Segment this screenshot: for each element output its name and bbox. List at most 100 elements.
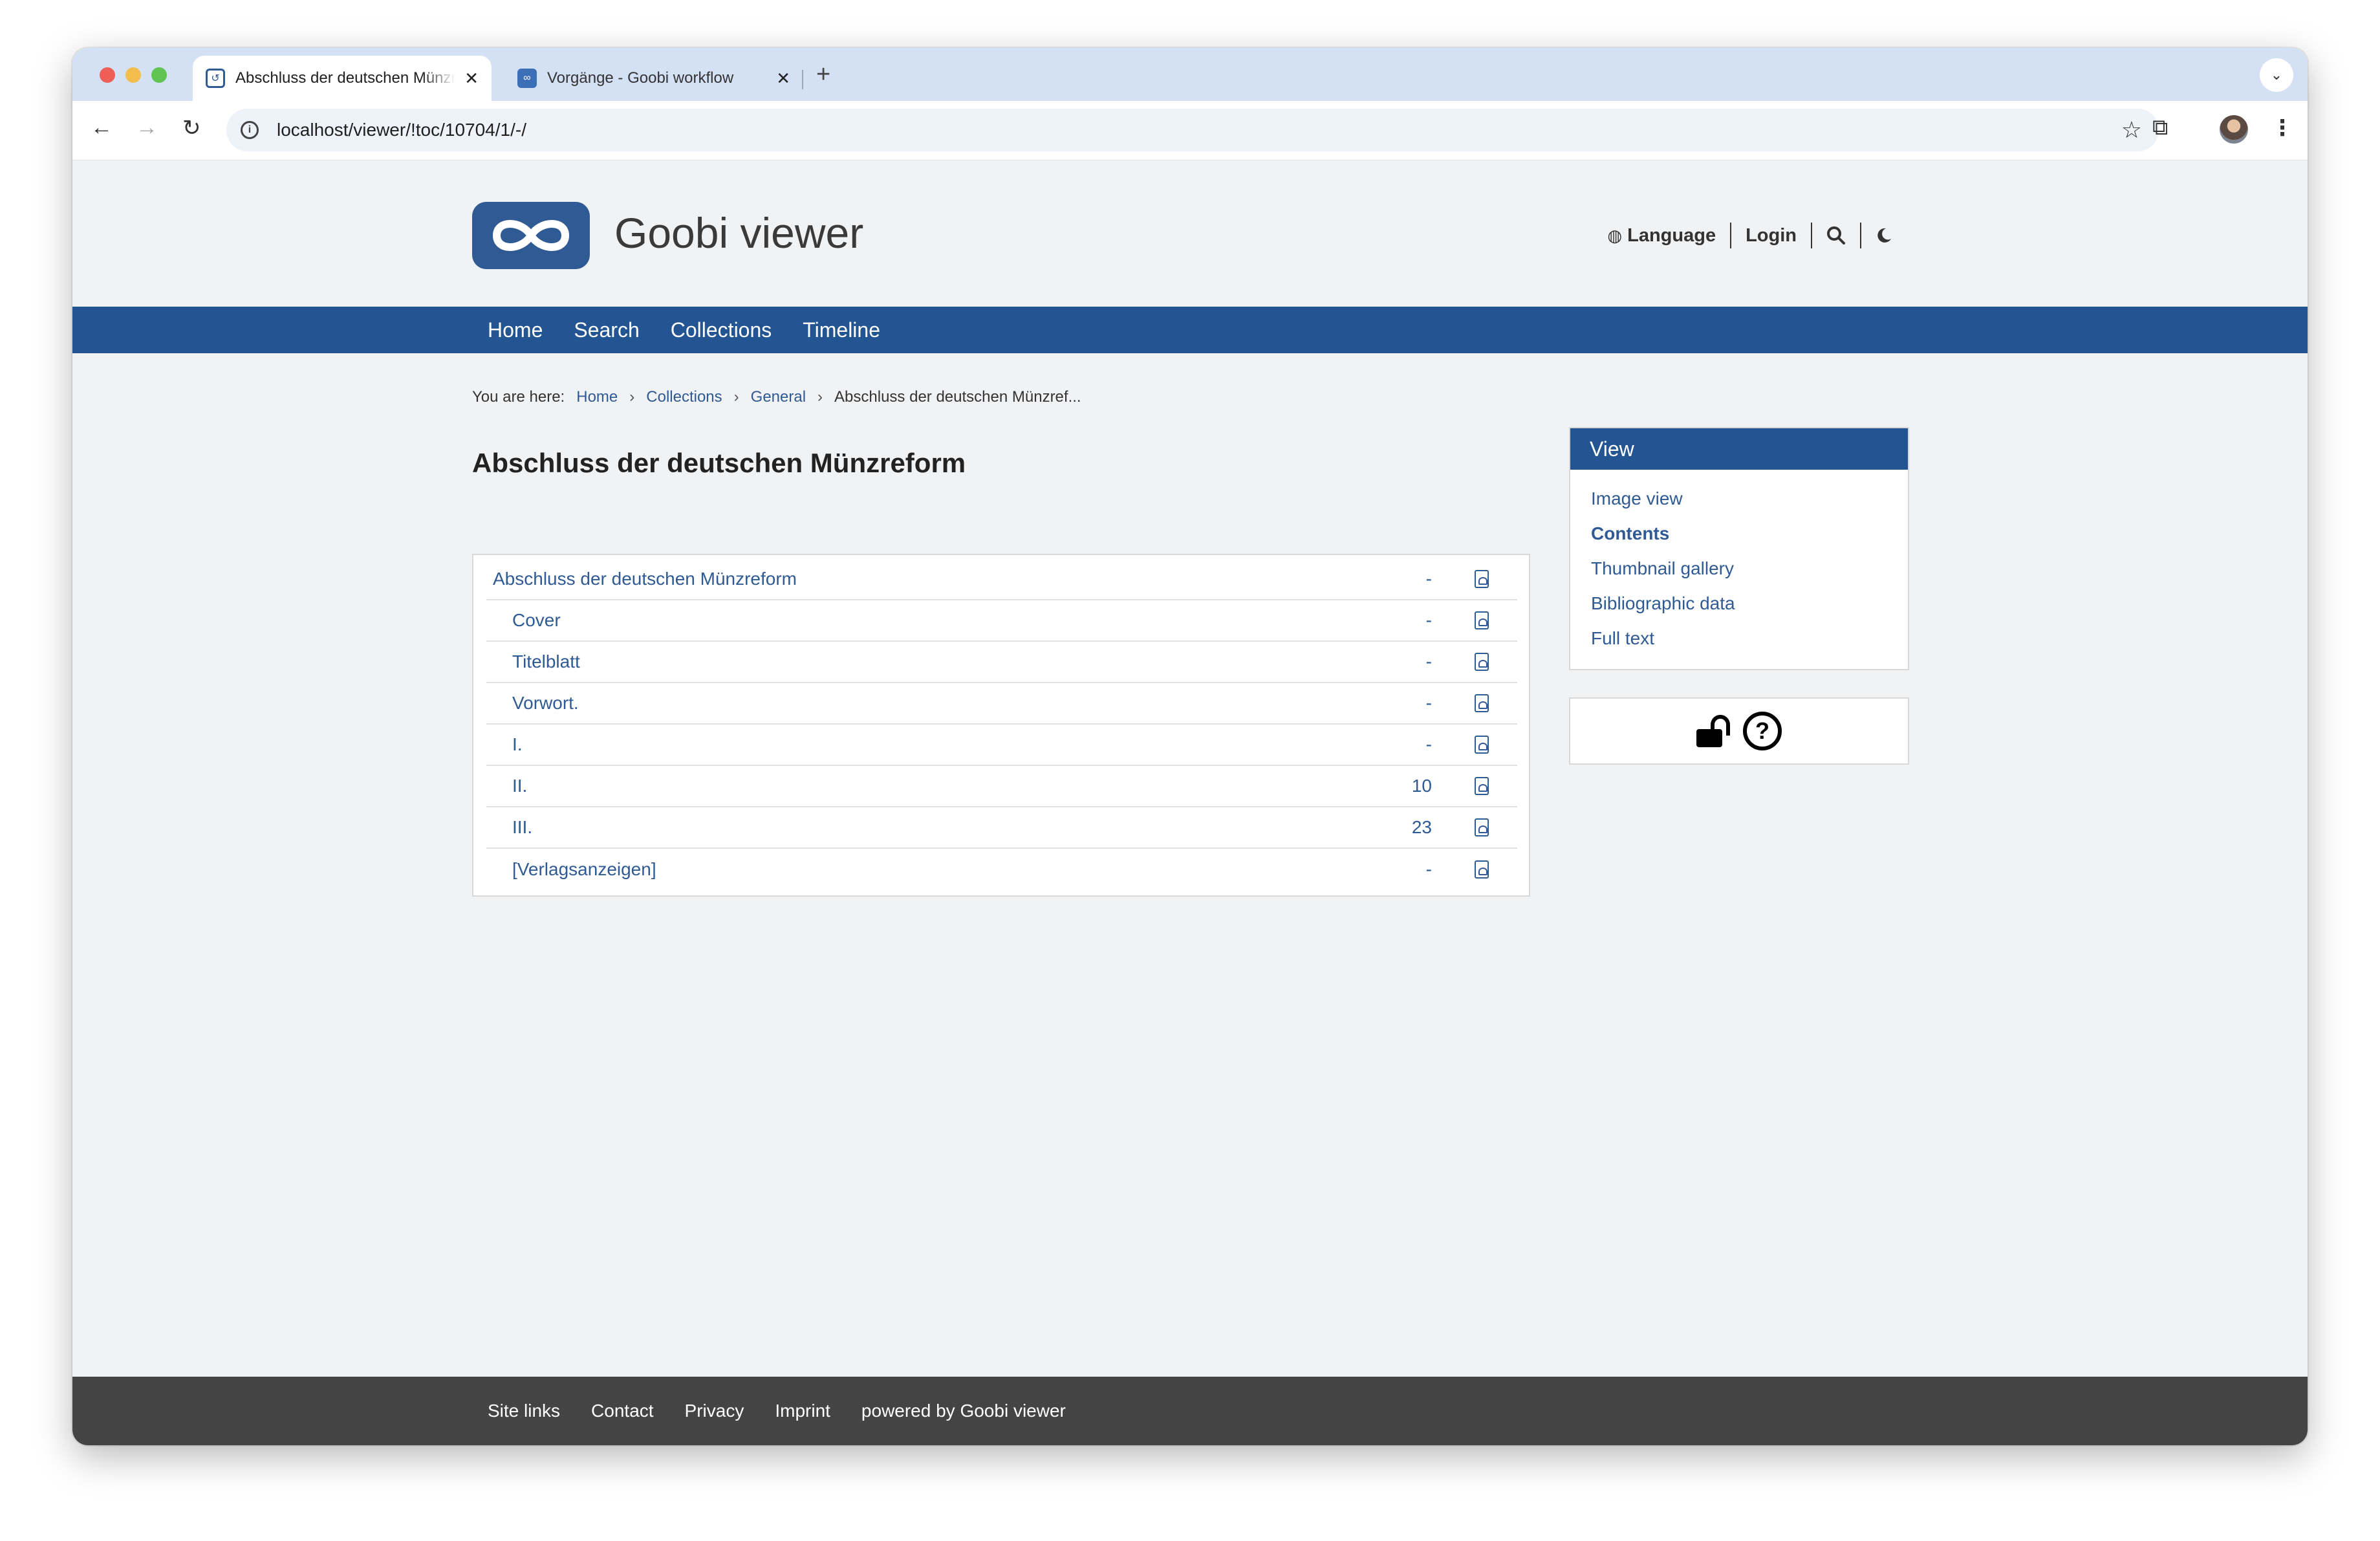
footer-imprint[interactable]: Imprint <box>775 1401 830 1421</box>
view-widget: View Image view Contents Thumbnail galle… <box>1569 427 1909 670</box>
bookmark-star-icon[interactable]: ☆ <box>2121 116 2142 144</box>
pdf-download-icon[interactable] <box>1475 818 1489 836</box>
pdf-download-icon[interactable] <box>1475 694 1489 712</box>
site-title[interactable]: Goobi viewer <box>614 208 863 257</box>
tab-active[interactable]: ↺ Abschluss der deutschen Münzreform ✕ <box>193 56 492 101</box>
toc-page-number: 23 <box>1411 817 1432 837</box>
address-bar[interactable]: i localhost/viewer/!toc/10704/1/-/ ☆ <box>226 109 2159 151</box>
footer-contact[interactable]: Contact <box>591 1401 654 1421</box>
tab-separator <box>802 70 803 89</box>
toc-entry-title[interactable]: I. <box>512 734 523 755</box>
toc-entry-title[interactable]: II. <box>512 776 527 796</box>
toc-page-number: - <box>1425 651 1432 672</box>
tab-close-icon[interactable]: ✕ <box>776 69 790 89</box>
toc-row[interactable]: II. 10 <box>486 766 1517 807</box>
breadcrumb-separator: › <box>629 388 635 406</box>
toc-row[interactable]: III. 23 <box>486 807 1517 849</box>
toc-entry-title[interactable]: Vorwort. <box>512 693 579 714</box>
footer-site-links[interactable]: Site links <box>488 1401 560 1421</box>
toc-row[interactable]: I. - <box>486 725 1517 766</box>
view-widget-title: View <box>1570 428 1908 470</box>
new-tab-button[interactable]: + <box>816 61 830 89</box>
globe-icon: ◍ <box>1607 225 1623 245</box>
toc-page-number: - <box>1425 859 1432 879</box>
kebab-menu-icon[interactable]: ⋮ <box>2271 115 2293 141</box>
toc-entry-title[interactable]: Abschluss der deutschen Münzreform <box>493 569 797 589</box>
profile-avatar[interactable] <box>2220 115 2248 144</box>
toc-page-number: - <box>1425 610 1432 630</box>
tab-search-chevron-icon[interactable]: ⌄ <box>2260 58 2293 92</box>
tab-title: Vorgänge - Goobi workflow <box>547 69 734 87</box>
toc-row[interactable]: Titelblatt - <box>486 642 1517 683</box>
goobi-logo-icon[interactable] <box>472 202 590 269</box>
browser-toolbar: ← → ↻ i localhost/viewer/!toc/10704/1/-/… <box>72 101 2308 160</box>
tab-strip: ↺ Abschluss der deutschen Münzreform ✕ ∞… <box>72 48 2308 101</box>
view-full-text-link[interactable]: Full text <box>1591 621 1908 656</box>
minimize-window-button[interactable] <box>125 67 141 83</box>
forward-arrow-icon[interactable]: → <box>136 115 158 140</box>
breadcrumb-separator: › <box>817 388 823 406</box>
search-icon[interactable] <box>1812 226 1860 245</box>
toc-row[interactable]: Vorwort. - <box>486 683 1517 725</box>
language-label: Language <box>1627 224 1716 246</box>
main-navigation: Home Search Collections Timeline <box>72 307 2308 353</box>
browser-window: ↺ Abschluss der deutschen Münzreform ✕ ∞… <box>72 48 2308 1445</box>
extensions-puzzle-icon[interactable]: ⧉ <box>2152 115 2168 140</box>
site-footer: Site links Contact Privacy Imprint power… <box>72 1377 2308 1445</box>
dark-mode-moon-icon[interactable] <box>1861 227 1907 244</box>
site-header: Goobi viewer ◍ Language Login <box>72 160 2308 307</box>
view-widget-list: Image view Contents Thumbnail gallery Bi… <box>1570 470 1908 656</box>
site-info-icon[interactable]: i <box>241 121 259 139</box>
toc-row[interactable]: [Verlagsanzeigen] - <box>486 849 1517 890</box>
toc-entry-title[interactable]: Cover <box>512 610 561 631</box>
toc-page-number: 10 <box>1411 776 1432 796</box>
toc-row[interactable]: Abschluss der deutschen Münzreform - <box>486 559 1517 600</box>
page-content: Goobi viewer ◍ Language Login Home Searc… <box>72 160 2308 1445</box>
tab-title: Abschluss der deutschen Münzreform <box>235 69 456 87</box>
access-widget: ? <box>1569 697 1909 765</box>
footer-privacy[interactable]: Privacy <box>685 1401 744 1421</box>
breadcrumb-home[interactable]: Home <box>576 388 618 406</box>
goobi-viewer-favicon-icon: ↺ <box>206 69 225 88</box>
toc-page-number: - <box>1425 569 1432 589</box>
language-switch[interactable]: ◍ Language <box>1593 225 1730 246</box>
breadcrumb-current: Abschluss der deutschen Münzref... <box>834 388 1081 406</box>
pdf-download-icon[interactable] <box>1475 736 1489 754</box>
footer-powered-by[interactable]: powered by Goobi viewer <box>861 1401 1066 1421</box>
pdf-download-icon[interactable] <box>1475 570 1489 588</box>
nav-timeline[interactable]: Timeline <box>803 318 880 342</box>
breadcrumb-label: You are here: <box>472 388 565 406</box>
toc-entry-title[interactable]: [Verlagsanzeigen] <box>512 859 656 880</box>
pdf-download-icon[interactable] <box>1475 653 1489 671</box>
breadcrumb: You are here: Home › Collections › Gener… <box>472 388 1081 406</box>
back-arrow-icon[interactable]: ← <box>91 115 113 140</box>
breadcrumb-separator: › <box>733 388 739 406</box>
breadcrumb-collections[interactable]: Collections <box>646 388 722 406</box>
view-bibliographic-data-link[interactable]: Bibliographic data <box>1591 586 1908 621</box>
header-actions: ◍ Language Login <box>1593 223 1907 248</box>
login-link[interactable]: Login <box>1731 225 1811 246</box>
view-contents-link[interactable]: Contents <box>1591 516 1908 551</box>
maximize-window-button[interactable] <box>151 67 167 83</box>
toc-row[interactable]: Cover - <box>486 600 1517 642</box>
toc-entry-title[interactable]: III. <box>512 817 532 838</box>
view-thumbnail-gallery-link[interactable]: Thumbnail gallery <box>1591 551 1908 586</box>
pdf-download-icon[interactable] <box>1475 777 1489 795</box>
pdf-download-icon[interactable] <box>1475 611 1489 629</box>
breadcrumb-general[interactable]: General <box>751 388 806 406</box>
toc-entry-title[interactable]: Titelblatt <box>512 651 580 672</box>
table-of-contents: Abschluss der deutschen Münzreform - Cov… <box>472 554 1530 897</box>
tab-inactive[interactable]: ∞ Vorgänge - Goobi workflow ✕ <box>504 56 803 101</box>
help-question-icon[interactable]: ? <box>1743 712 1782 750</box>
nav-search[interactable]: Search <box>574 318 639 342</box>
nav-collections[interactable]: Collections <box>671 318 772 342</box>
close-window-button[interactable] <box>100 67 115 83</box>
pdf-download-icon[interactable] <box>1475 860 1489 879</box>
view-image-link[interactable]: Image view <box>1591 481 1908 516</box>
toc-page-number: - <box>1425 693 1432 713</box>
page-title: Abschluss der deutschen Münzreform <box>472 448 966 478</box>
reload-icon[interactable]: ↻ <box>182 115 201 141</box>
url-text[interactable]: localhost/viewer/!toc/10704/1/-/ <box>277 120 526 140</box>
nav-home[interactable]: Home <box>488 318 543 342</box>
tab-close-icon[interactable]: ✕ <box>464 69 479 89</box>
